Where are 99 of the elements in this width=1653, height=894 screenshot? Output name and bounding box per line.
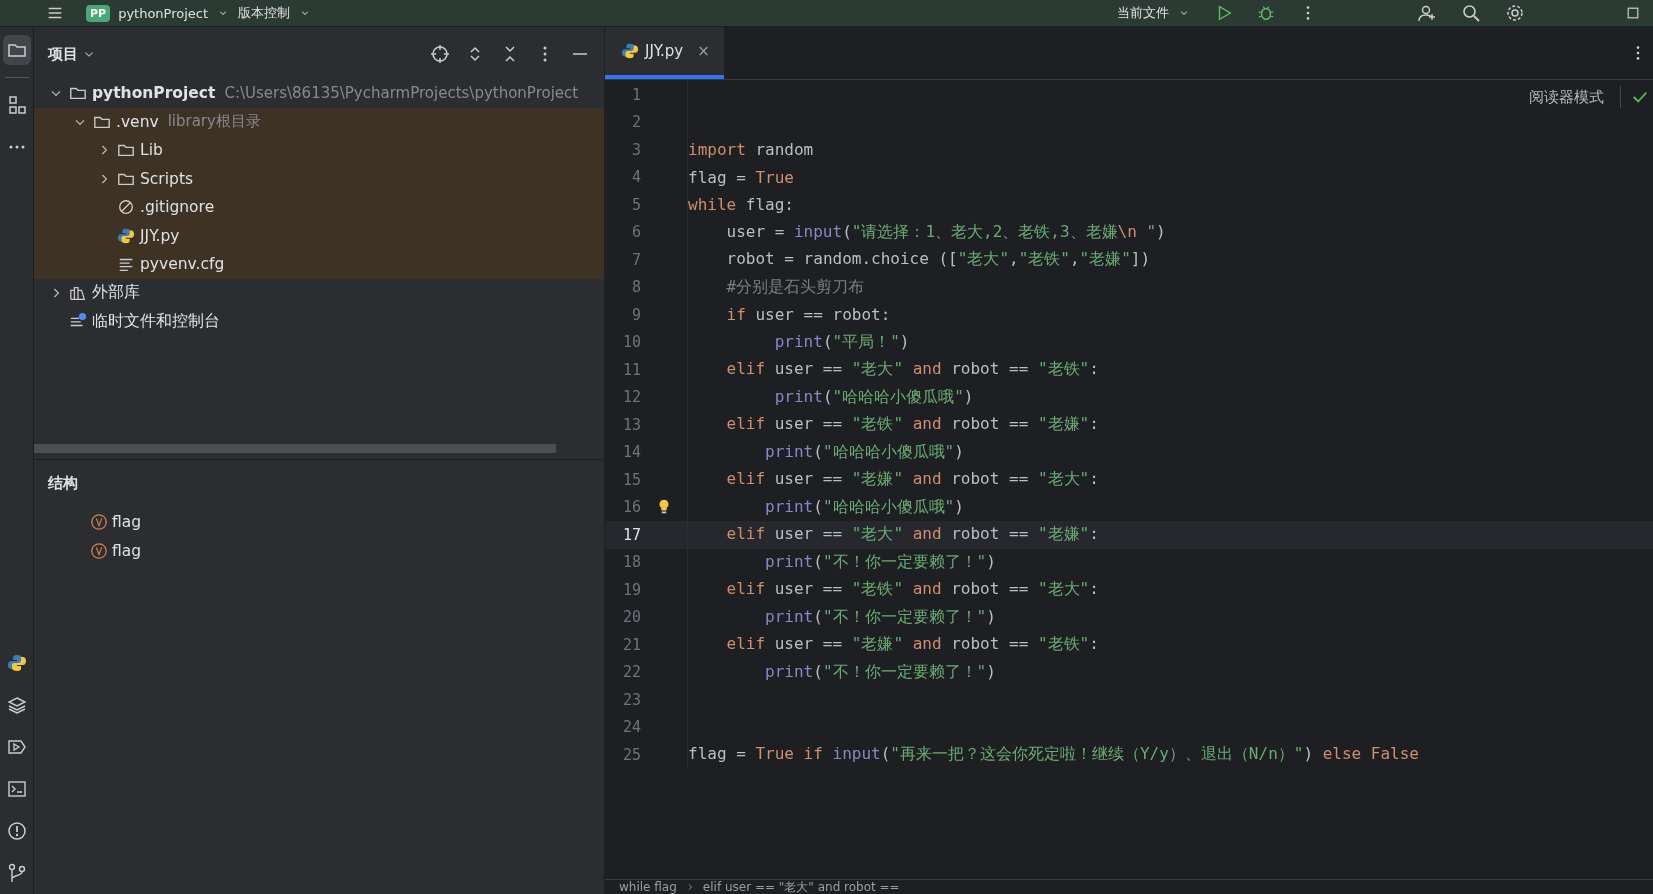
tree-item-label: Lib — [140, 141, 163, 160]
line-number: 13 — [621, 415, 641, 434]
code-line: print("哈哈哈小傻瓜哦") — [764, 441, 964, 463]
line-number: 15 — [621, 470, 641, 489]
tree-row[interactable]: .gitignore — [34, 193, 604, 222]
add-user-icon[interactable] — [1417, 3, 1437, 23]
code-line: flag = True — [688, 167, 794, 187]
line-number: 6 — [630, 223, 641, 242]
line-number: 23 — [621, 690, 641, 709]
editor-tab[interactable]: JJY.py × — [605, 27, 724, 79]
variable-icon — [90, 541, 108, 560]
structure-item[interactable]: flag — [112, 541, 142, 560]
tree-row[interactable]: 外部库 — [34, 278, 604, 307]
locate-icon[interactable] — [430, 44, 450, 64]
tree-item-hint: library根目录 — [167, 112, 261, 132]
vcs-menu[interactable]: 版本控制 — [236, 4, 293, 22]
code-line: elif user == "老大" and robot == "老嫌": — [725, 524, 1099, 546]
tree-row[interactable]: Lib — [34, 136, 604, 165]
horizontal-scrollbar[interactable] — [34, 443, 556, 453]
line-number: 1 — [630, 85, 641, 104]
run-config-menu[interactable]: 当前文件 — [1115, 4, 1171, 22]
debug-icon[interactable] — [1257, 4, 1275, 22]
line-number: 5 — [630, 195, 641, 214]
line-number: 22 — [621, 663, 641, 682]
code-line: print("不！你一定要赖了！") — [764, 606, 996, 628]
tree-row[interactable]: pyvenv.cfg — [34, 250, 604, 279]
python-icon — [117, 226, 135, 245]
code-line: user = input("请选择：1、老大,2、老铁,3、老嫌\n ") — [725, 221, 1166, 243]
tree-item-hint: C:\Users\86135\PycharmProjects\pythonProject — [224, 84, 579, 103]
tree-row[interactable]: Scripts — [34, 164, 604, 193]
code-line: print("平局！") — [773, 331, 910, 353]
line-number: 24 — [621, 718, 641, 737]
code-line: elif user == "老大" and robot == "老铁": — [725, 359, 1099, 381]
project-badge: PP — [86, 4, 111, 22]
code-line: elif user == "老铁" and robot == "老大": — [725, 579, 1099, 601]
tree-item-label: JJY.py — [140, 226, 180, 245]
line-number: 12 — [621, 388, 641, 407]
line-number: 17 — [621, 525, 641, 544]
line-number: 25 — [621, 745, 641, 764]
tree-row[interactable]: .venv library根目录 — [34, 107, 604, 136]
tree-item-label: Scripts — [140, 169, 194, 188]
git-branch-icon[interactable] — [6, 863, 27, 883]
line-number: 3 — [630, 140, 641, 159]
python-icon — [621, 42, 639, 60]
layers-icon[interactable] — [6, 695, 27, 715]
code-line: print("哈哈哈小傻瓜哦") — [773, 386, 974, 408]
tree-row[interactable]: pythonProject C:\Users\86135\PycharmProjects\pythonProject — [34, 79, 604, 108]
line-number: 16 — [621, 498, 641, 517]
run-icon[interactable] — [6, 737, 27, 757]
panel-title-menu[interactable]: 项目 — [48, 44, 78, 64]
warning-icon[interactable] — [6, 821, 27, 841]
line-number: 4 — [630, 168, 641, 187]
structure-icon[interactable] — [6, 95, 27, 115]
breadcrumb[interactable]: while flag — [619, 880, 677, 894]
line-number: 14 — [621, 443, 641, 462]
line-number: 2 — [630, 113, 641, 132]
tree-item-label: .venv — [116, 112, 159, 131]
code-line: if user == robot: — [725, 305, 891, 325]
code-line: print("不！你一定要赖了！") — [764, 551, 996, 573]
structure-item[interactable]: flag — [112, 512, 142, 531]
breadcrumb[interactable]: elif user == "老大" and robot == — [702, 880, 900, 894]
tree-item-label: 外部库 — [92, 282, 140, 304]
code-line: elif user == "老铁" and robot == "老嫌": — [725, 414, 1099, 436]
close-tab-button[interactable]: × — [697, 42, 710, 60]
tree-row[interactable]: 临时文件和控制台 — [34, 307, 604, 336]
line-number: 21 — [621, 635, 641, 654]
code-line: robot = random.choice (["老大","老铁","老嫌"]) — [725, 249, 1151, 271]
tree-item-label: .gitignore — [140, 198, 215, 217]
settings-icon[interactable] — [1505, 3, 1525, 23]
code-line: elif user == "老嫌" and robot == "老大": — [725, 469, 1099, 491]
search-icon[interactable] — [1461, 3, 1481, 23]
code-line: import random — [688, 140, 814, 160]
line-number: 7 — [630, 250, 641, 269]
code-line: elif user == "老嫌" and robot == "老铁": — [725, 634, 1099, 656]
line-number: 19 — [621, 580, 641, 599]
code-line: while flag: — [688, 195, 794, 215]
variable-icon — [90, 512, 108, 531]
project-menu[interactable]: pythonProject — [116, 5, 211, 21]
tree-item-label: pythonProject — [92, 84, 216, 103]
folder-tool-button[interactable] — [2, 35, 31, 65]
python-icon[interactable] — [6, 653, 27, 673]
line-number: 11 — [621, 360, 641, 379]
window-icon[interactable] — [1625, 5, 1641, 21]
line-number: 20 — [621, 608, 641, 627]
ignore-icon — [117, 198, 135, 217]
line-number: 9 — [630, 305, 641, 324]
tree-item-label: pyvenv.cfg — [140, 255, 225, 274]
line-number: 18 — [621, 553, 641, 572]
tree-item-label: 临时文件和控制台 — [92, 310, 220, 332]
code-line: print("哈哈哈小傻瓜哦") — [764, 496, 964, 518]
line-number: 8 — [630, 278, 641, 297]
panel-title: 结构 — [48, 474, 79, 493]
code-line: #分别是石头剪刀布 — [725, 276, 865, 298]
code-line: flag = True if input("再来一把？这会你死定啦！继续（Y/y）、退出（N/n）") else False — [688, 744, 1419, 766]
code-line: print("不！你一定要赖了！") — [764, 661, 996, 683]
tree-row[interactable]: JJY.py — [34, 221, 604, 250]
terminal-icon[interactable] — [6, 779, 27, 799]
line-number: 10 — [621, 333, 641, 352]
reader-mode-button[interactable]: 阅读器模式 — [1523, 86, 1610, 108]
